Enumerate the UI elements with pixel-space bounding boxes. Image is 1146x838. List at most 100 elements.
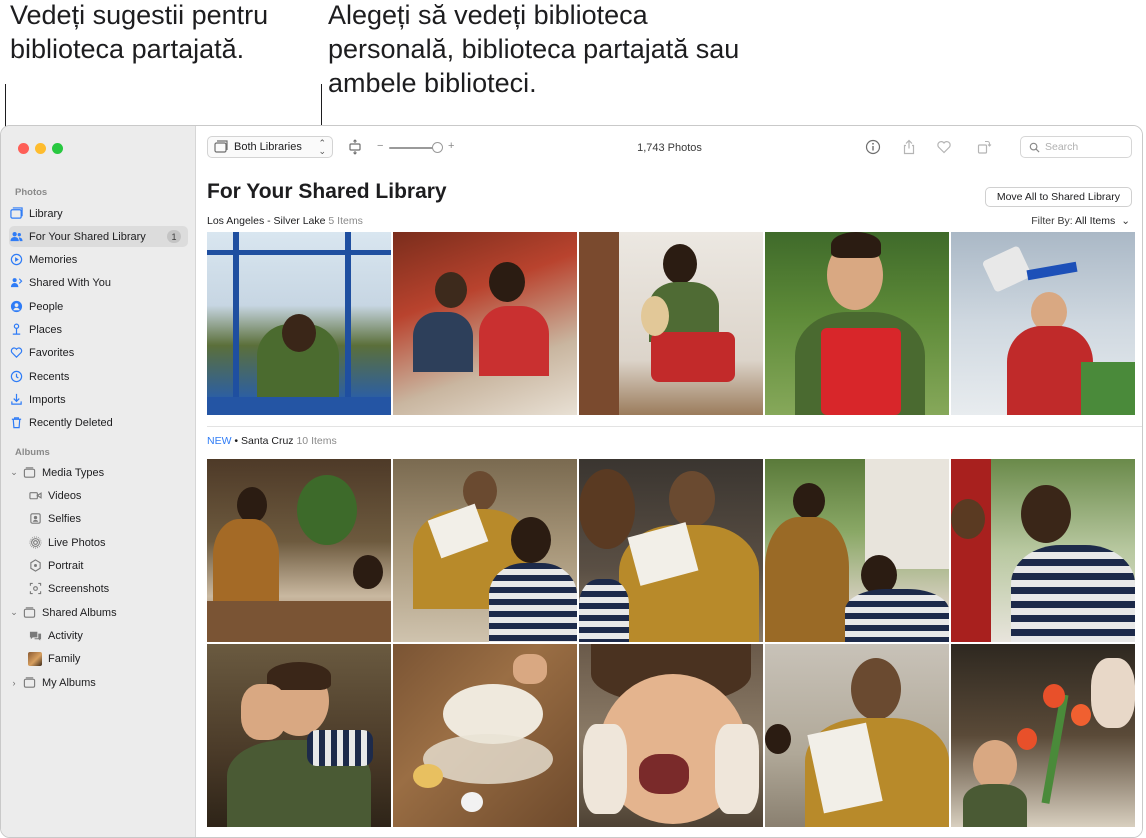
group-header-los-angeles: Los Angeles - Silver Lake 5 Items <box>207 215 363 227</box>
photo-thumbnail[interactable] <box>579 459 763 642</box>
screenshot-icon <box>28 582 42 596</box>
sidebar-item-label: Imports <box>29 393 66 406</box>
zoom-window-button[interactable] <box>52 143 63 154</box>
sidebar-item-portrait[interactable]: Portrait <box>28 555 188 576</box>
sidebar-item-label: Favorites <box>29 346 75 359</box>
sidebar-item-live-photos[interactable]: Live Photos <box>28 532 188 553</box>
group-title: Los Angeles - Silver Lake <box>207 215 326 227</box>
rotate-icon[interactable] <box>975 138 993 156</box>
sidebar-item-places[interactable]: Places <box>9 319 188 340</box>
import-icon <box>9 393 23 407</box>
sidebar-item-label: Live Photos <box>48 536 106 549</box>
sidebar-item-label: Portrait <box>48 559 84 572</box>
count-badge: 1 <box>167 230 181 243</box>
photo-thumbnail[interactable] <box>393 459 577 642</box>
search-icon <box>1029 142 1040 153</box>
memories-icon <box>9 253 23 267</box>
sidebar-item-label: Shared Albums <box>42 606 117 619</box>
sidebar-item-people[interactable]: People <box>9 296 188 317</box>
selfie-icon <box>28 512 42 526</box>
callout-shared-suggestions: Vedeți sugestii pentru biblioteca partaj… <box>10 0 269 64</box>
shared-people-icon <box>9 230 23 244</box>
photo-thumbnail[interactable] <box>951 644 1135 827</box>
clock-icon <box>9 370 23 384</box>
chevron-down-icon[interactable]: ⌄ <box>9 607 19 618</box>
group-count: 5 Items <box>328 215 363 227</box>
albums-section-header: Albums <box>15 447 50 458</box>
trash-icon <box>9 416 23 430</box>
photo-grid-santa-cruz <box>207 459 1135 827</box>
sidebar-item-family[interactable]: Family <box>28 648 188 669</box>
sidebar-item-label: Videos <box>48 489 82 502</box>
sidebar-item-library[interactable]: Library <box>9 203 188 224</box>
library-icon <box>9 207 23 221</box>
close-window-button[interactable] <box>18 143 29 154</box>
chevron-right-icon[interactable]: › <box>9 678 19 688</box>
move-all-to-shared-library-button[interactable]: Move All to Shared Library <box>984 187 1132 207</box>
sidebar-item-imports[interactable]: Imports <box>9 389 188 410</box>
family-thumbnail <box>28 651 42 666</box>
filter-label: Filter By: <box>1031 215 1075 227</box>
photo-thumbnail[interactable] <box>207 459 391 642</box>
sidebar-item-label: Screenshots <box>48 582 110 595</box>
photo-thumbnail[interactable] <box>951 459 1135 642</box>
photos-window: Photos Library For Your Shared Library 1… <box>0 125 1143 838</box>
places-icon <box>9 323 23 337</box>
sidebar-item-label: Family <box>48 652 81 665</box>
photo-thumbnail[interactable] <box>207 232 391 415</box>
sidebar-item-activity[interactable]: Activity <box>28 625 188 646</box>
live-photo-icon <box>28 536 42 550</box>
filter-by-menu[interactable]: Filter By: All Items ⌄ <box>1031 215 1130 227</box>
sidebar-item-favorites[interactable]: Favorites <box>9 342 188 363</box>
photo-thumbnail[interactable] <box>765 644 949 827</box>
sidebar-item-label: Media Types <box>42 466 105 479</box>
photo-thumbnail[interactable] <box>393 644 577 827</box>
sidebar-item-memories[interactable]: Memories <box>9 249 188 270</box>
sidebar-item-for-your-shared-library[interactable]: For Your Shared Library 1 <box>9 226 188 247</box>
sidebar-item-label: Activity <box>48 629 83 642</box>
toolbar: Both Libraries ⌃ ⌄ − + 1,743 Photos Searc… <box>197 126 1142 170</box>
sidebar-item-recently-deleted[interactable]: Recently Deleted <box>9 412 188 433</box>
callout-library-choice: Alegeți să vedeți biblioteca personală, … <box>328 0 740 98</box>
photo-grid-los-angeles <box>207 232 1135 415</box>
group-header-santa-cruz: NEW • Santa Cruz 10 Items <box>207 435 337 447</box>
sidebar-item-selfies[interactable]: Selfies <box>28 508 188 529</box>
sidebar-item-shared-with-you[interactable]: Shared With You <box>9 272 188 293</box>
search-field[interactable]: Search <box>1020 136 1132 158</box>
sidebar-item-screenshots[interactable]: Screenshots <box>28 578 188 599</box>
search-placeholder: Search <box>1045 141 1079 153</box>
people-icon <box>9 300 23 314</box>
sidebar-item-my-albums[interactable]: › My Albums <box>9 672 188 693</box>
sidebar-item-media-types[interactable]: ⌄ Media Types <box>9 462 188 483</box>
photo-thumbnail[interactable] <box>765 232 949 415</box>
activity-icon <box>28 629 42 643</box>
sidebar-item-label: For Your Shared Library <box>29 230 146 243</box>
photo-thumbnail[interactable] <box>207 644 391 827</box>
main-content: Both Libraries ⌃ ⌄ − + 1,743 Photos Searc… <box>197 126 1142 837</box>
sidebar: Photos Library For Your Shared Library 1… <box>1 126 196 837</box>
minimize-window-button[interactable] <box>35 143 46 154</box>
sidebar-item-label: Shared With You <box>29 276 111 289</box>
chevron-down-icon[interactable]: ⌄ <box>9 467 19 478</box>
filter-value: All Items <box>1075 215 1116 227</box>
sidebar-item-shared-albums[interactable]: ⌄ Shared Albums <box>9 602 188 623</box>
photo-thumbnail[interactable] <box>765 459 949 642</box>
sidebar-item-videos[interactable]: Videos <box>28 485 188 506</box>
portrait-icon <box>28 559 42 573</box>
photo-thumbnail[interactable] <box>579 232 763 415</box>
heart-icon <box>9 346 23 360</box>
share-icon[interactable] <box>900 138 918 156</box>
video-icon <box>28 489 42 503</box>
new-badge: NEW <box>207 435 232 447</box>
photo-count: 1,743 Photos <box>637 142 702 154</box>
chevron-down-icon: ⌄ <box>1121 215 1130 227</box>
photo-thumbnail[interactable] <box>393 232 577 415</box>
sidebar-item-recents[interactable]: Recents <box>9 366 188 387</box>
heart-icon[interactable] <box>935 138 953 156</box>
section-divider <box>207 426 1142 427</box>
folder-icon <box>22 606 36 620</box>
info-icon[interactable] <box>864 138 882 156</box>
group-count: 10 Items <box>296 435 337 447</box>
photo-thumbnail[interactable] <box>951 232 1135 415</box>
photo-thumbnail[interactable] <box>579 644 763 827</box>
